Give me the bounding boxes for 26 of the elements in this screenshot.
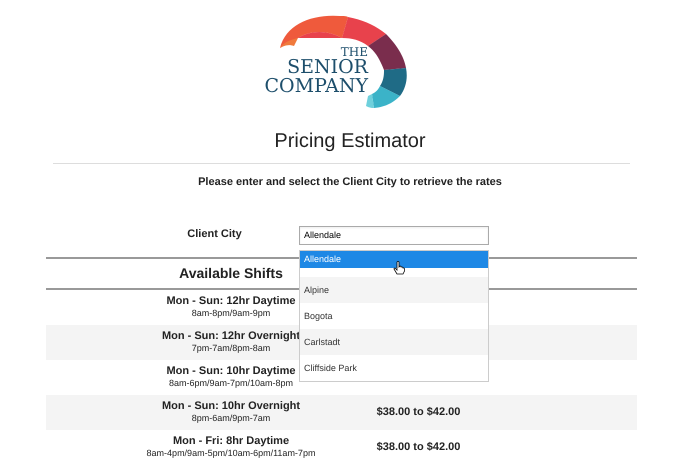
page-title: Pricing Estimator <box>273 129 427 154</box>
instruction-text: Please enter and select the Client City to retrieve the rates <box>197 175 503 190</box>
shift-hours: 8am-8pm/9am-9pm <box>192 309 270 319</box>
section-heading: Available Shifts <box>179 264 283 282</box>
suggestion-item[interactable]: Carlstadt <box>300 329 488 355</box>
shift-hours: 7pm-7am/8pm-8am <box>192 344 270 354</box>
suggestion-item[interactable]: Bogota <box>300 303 488 329</box>
city-input[interactable]: Allendale <box>299 226 489 244</box>
price-range: $38.00 to $42.00 <box>376 440 461 455</box>
shift-name: Mon - Sun: 12hr Daytime <box>166 294 296 307</box>
suggestion-item[interactable]: Alpine <box>300 277 488 303</box>
suggestion-item[interactable]: Cliffside Park <box>300 355 488 381</box>
shift-hours: 8am-4pm/9am-5pm/10am-6pm/11am-7pm <box>146 449 316 459</box>
shift-name: Mon - Sun: 10hr Overnight <box>162 400 300 412</box>
logo-text: COMPANY <box>264 77 368 96</box>
field-label: Client City <box>187 226 242 242</box>
price-range: $38.00 to $42.00 <box>376 404 461 420</box>
logo-text: SENIOR <box>287 58 368 77</box>
shift-name: Mon - Sun: 10hr Daytime <box>166 364 296 377</box>
logo-text: THE <box>340 46 368 58</box>
shift-name: Mon - Sun: 12hr Overnight <box>162 330 300 342</box>
shift-name: Mon - Fri: 8hr Daytime <box>172 434 290 447</box>
shift-hours: 8pm-6am/9pm-7am <box>192 414 270 424</box>
hand-cursor-icon <box>393 261 405 275</box>
shift-hours: 8am-6pm/9am-7pm/10am-8pm <box>168 379 294 389</box>
suggestion-item[interactable]: Allendale <box>300 251 488 268</box>
